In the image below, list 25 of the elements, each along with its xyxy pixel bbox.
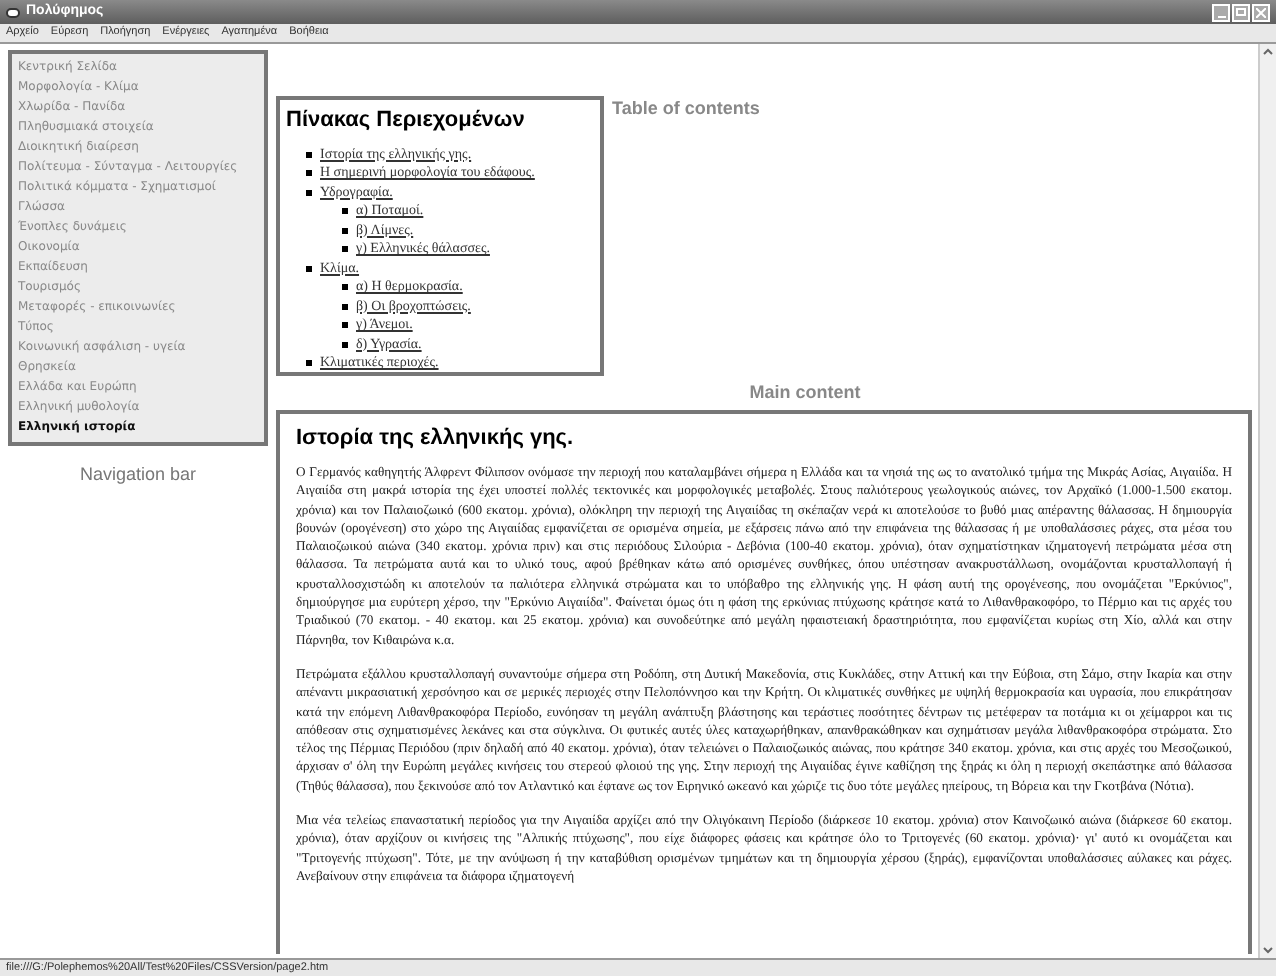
scroll-up-icon[interactable] [1260,44,1276,60]
bullet-icon [306,170,312,177]
app-icon [6,7,20,17]
close-icon [1256,7,1266,17]
bullet-icon [342,303,348,310]
bullet-icon [306,360,312,367]
bullet-icon [342,227,348,234]
bullet-icon [342,284,348,291]
navigation-bar-label: Navigation bar [79,462,197,488]
bullet-icon [342,208,348,215]
toc-label: Table of contents [612,96,760,122]
article-heading: Ιστορία της ελληνικής γης. [296,423,576,453]
close-button[interactable] [1252,3,1270,21]
scrollbar[interactable] [1258,44,1276,958]
bullet-icon [306,151,312,158]
bullet-icon [342,246,348,253]
maximize-button[interactable] [1232,3,1250,21]
bullet-icon [342,341,348,348]
minimize-button[interactable] [1212,3,1230,21]
bullet-icon [306,189,312,196]
scroll-down-icon[interactable] [1260,942,1276,958]
bullet-icon [306,265,312,272]
main-content-label: Main content [747,380,863,406]
bullet-icon [342,322,348,329]
toc-heading: Πίνακας Περιεχομένων [286,106,527,136]
